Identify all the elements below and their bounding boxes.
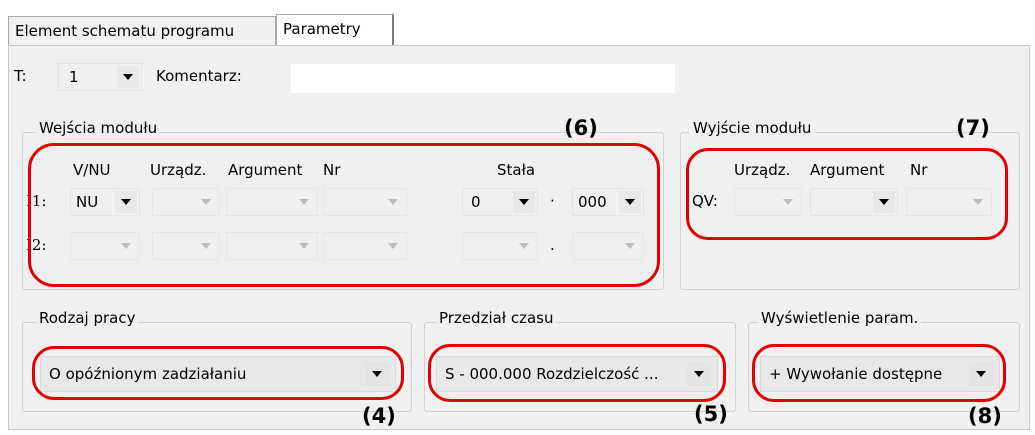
i2-device-select[interactable] bbox=[152, 232, 220, 260]
header-argument: Argument bbox=[228, 161, 303, 179]
chevron-down-icon bbox=[687, 362, 711, 386]
display-group-title: Wyświetlenie param. bbox=[758, 309, 922, 327]
callout-8: (8) bbox=[968, 404, 1002, 428]
operation-mode-select[interactable]: O opóźnionym zadziałaniu bbox=[40, 356, 396, 392]
chevron-down-icon bbox=[293, 191, 315, 213]
display-params-value: + Wywołanie dostępne bbox=[769, 365, 943, 383]
i1-const-b-select[interactable]: 000 bbox=[572, 188, 644, 216]
i1-vnu-value: NU bbox=[76, 193, 99, 211]
t-label: T: bbox=[14, 67, 27, 85]
chevron-down-icon bbox=[619, 191, 641, 213]
callout-5: (5) bbox=[694, 402, 728, 426]
comment-input[interactable] bbox=[290, 63, 676, 94]
chevron-down-icon bbox=[873, 191, 895, 213]
i2-label: I2: bbox=[26, 236, 47, 254]
chevron-down-icon bbox=[382, 235, 404, 257]
header-device: Urządz. bbox=[150, 161, 207, 179]
i2-nr-select[interactable] bbox=[323, 232, 407, 260]
chevron-down-icon bbox=[969, 362, 993, 386]
chevron-down-icon bbox=[195, 235, 217, 257]
chevron-down-icon bbox=[967, 191, 989, 213]
header-vnu: V/NU bbox=[73, 161, 111, 179]
header-nr: Nr bbox=[323, 161, 341, 179]
display-params-select[interactable]: + Wywołanie dostępne bbox=[760, 356, 1000, 392]
chevron-down-icon bbox=[513, 191, 535, 213]
chevron-down-icon bbox=[195, 191, 217, 213]
t-select[interactable]: 1 bbox=[58, 63, 142, 91]
callout-6: (6) bbox=[564, 116, 598, 140]
qv-nr-select[interactable] bbox=[906, 188, 992, 216]
i1-device-select[interactable] bbox=[152, 188, 220, 216]
chevron-down-icon bbox=[513, 235, 535, 257]
chevron-down-icon bbox=[115, 235, 137, 257]
time-range-select[interactable]: S - 000.000 Rozdzielczość ... bbox=[436, 356, 718, 392]
output-header-device: Urządz. bbox=[734, 161, 791, 179]
chevron-down-icon bbox=[293, 235, 315, 257]
callout-7: (7) bbox=[956, 116, 990, 140]
qv-label: QV: bbox=[692, 192, 718, 210]
time-group-title: Przedział czasu bbox=[436, 309, 557, 327]
output-header-argument: Argument bbox=[810, 161, 885, 179]
i1-argument-select[interactable] bbox=[226, 188, 318, 216]
tab-program-element[interactable]: Element schematu programu bbox=[8, 16, 276, 46]
i1-const-a-select[interactable]: 0 bbox=[462, 188, 538, 216]
time-range-value: S - 000.000 Rozdzielczość ... bbox=[445, 365, 659, 383]
i2-argument-select[interactable] bbox=[226, 232, 318, 260]
qv-argument-select[interactable] bbox=[810, 188, 898, 216]
chevron-down-icon bbox=[365, 362, 389, 386]
i1-const-b-value: 000 bbox=[578, 193, 607, 211]
t-select-value: 1 bbox=[69, 68, 79, 86]
chevron-down-icon bbox=[619, 235, 641, 257]
comment-label: Komentarz: bbox=[156, 67, 242, 85]
operation-group-title: Rodzaj pracy bbox=[36, 309, 139, 327]
i1-const-a-value: 0 bbox=[471, 193, 481, 211]
i2-separator: . bbox=[550, 236, 555, 254]
i2-const-a-select[interactable] bbox=[462, 232, 538, 260]
chevron-down-icon bbox=[117, 66, 139, 88]
i2-vnu-select[interactable] bbox=[70, 232, 140, 260]
output-header-nr: Nr bbox=[910, 161, 928, 179]
i2-const-b-select[interactable] bbox=[572, 232, 644, 260]
i1-nr-select[interactable] bbox=[323, 188, 407, 216]
inputs-group-title: Wejścia modułu bbox=[36, 119, 161, 137]
callout-4: (4) bbox=[362, 404, 396, 428]
chevron-down-icon bbox=[777, 191, 799, 213]
output-group-title: Wyjście modułu bbox=[690, 119, 815, 137]
header-const: Stała bbox=[497, 161, 536, 179]
qv-device-select[interactable] bbox=[734, 188, 802, 216]
chevron-down-icon bbox=[382, 191, 404, 213]
i1-separator: · bbox=[550, 192, 555, 210]
chevron-down-icon bbox=[115, 191, 137, 213]
i1-label: I1: bbox=[26, 192, 47, 210]
tab-parameters[interactable]: Parametry bbox=[276, 14, 394, 46]
i1-vnu-select[interactable]: NU bbox=[70, 188, 140, 216]
operation-mode-value: O opóźnionym zadziałaniu bbox=[49, 365, 247, 383]
